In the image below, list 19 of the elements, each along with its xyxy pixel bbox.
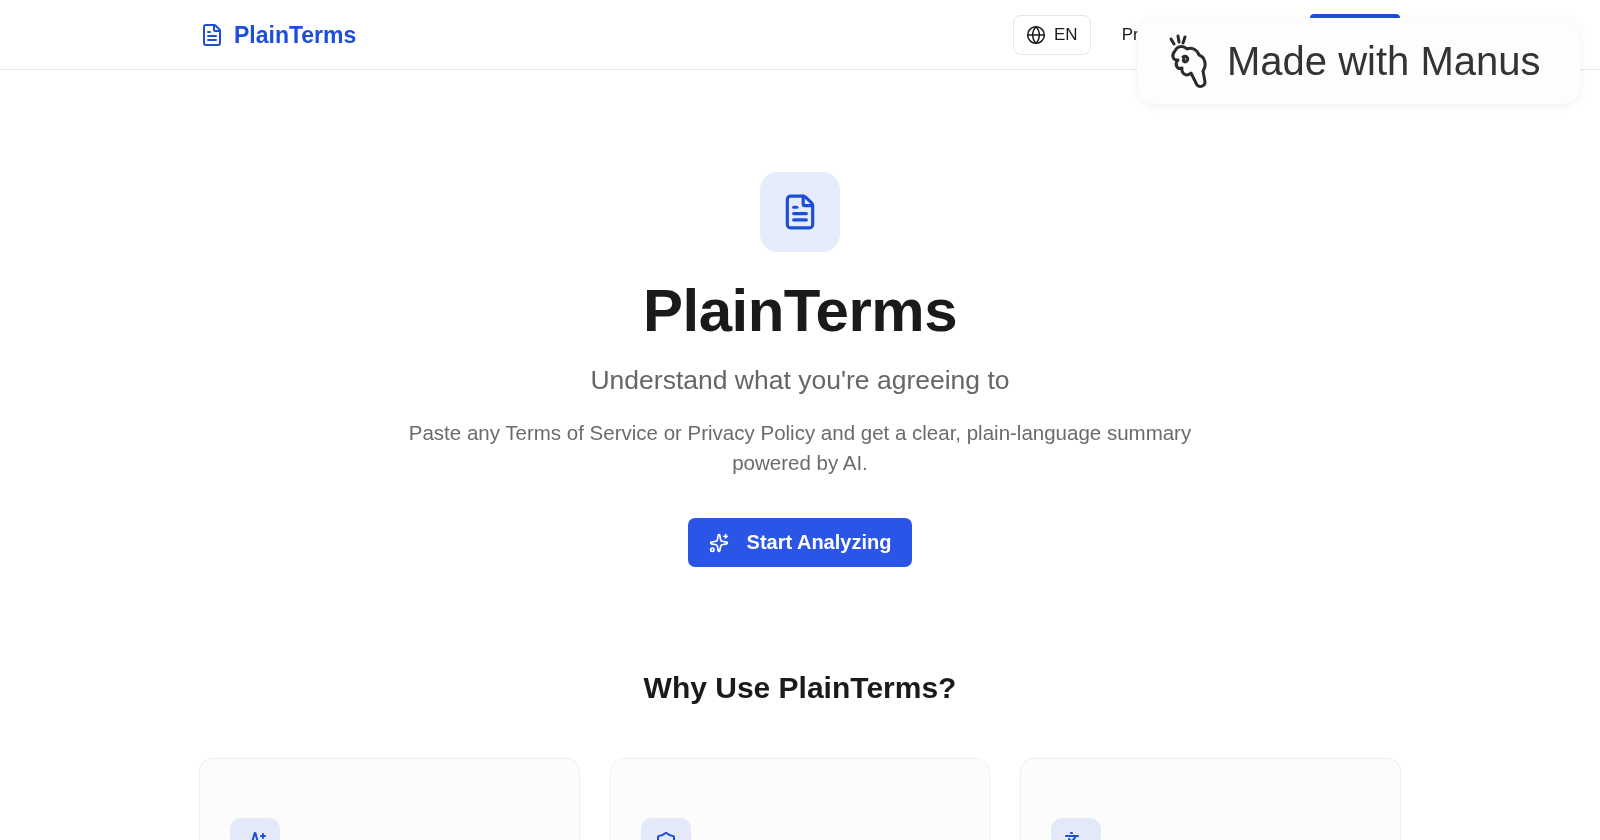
nav-link[interactable]: Pr	[1121, 24, 1139, 45]
hero-description: Paste any Terms of Service or Privacy Policy and get a clear, plain-language summary powered by AI.	[407, 420, 1193, 476]
document-icon	[200, 23, 224, 47]
nav-button[interactable]	[1310, 14, 1400, 18]
sparkles-icon	[250, 832, 267, 840]
logo-link[interactable]: PlainTerms	[200, 20, 357, 49]
globe-icon	[1026, 24, 1046, 45]
logo-text: PlainTerms	[234, 21, 357, 49]
shield-icon	[656, 832, 675, 840]
document-icon	[760, 172, 840, 252]
start-analyzing-button[interactable]: Start Analyzing	[688, 518, 912, 567]
translate-icon	[1065, 832, 1080, 840]
badge-text: Made with Manus	[1227, 38, 1541, 84]
made-with-badge[interactable]: Made with Manus	[1137, 18, 1580, 104]
section-heading: Why Use PlainTerms?	[643, 670, 957, 706]
hero-title: PlainTerms	[643, 276, 957, 346]
hero-tagline: Understand what you're agreeing to	[590, 364, 1010, 396]
sparkles-icon	[708, 532, 729, 553]
language-button[interactable]: EN	[1013, 14, 1091, 55]
